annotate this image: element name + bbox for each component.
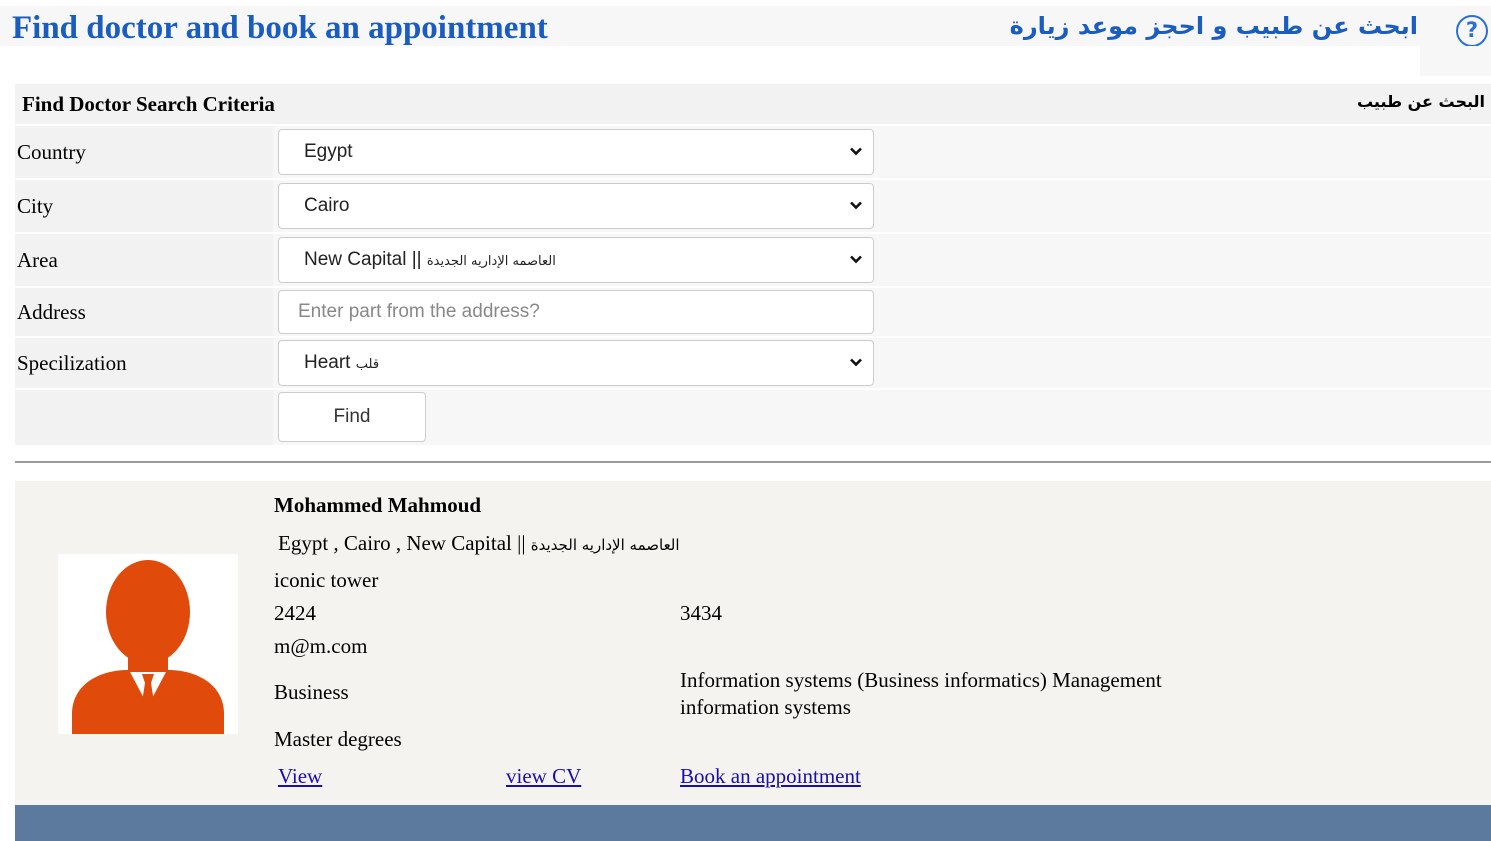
doctor-email: m@m.com [274, 634, 368, 658]
country-label: Country [15, 126, 273, 178]
specialization-row: Specilization Heart قلب [15, 338, 1491, 388]
chevron-down-icon [850, 201, 862, 210]
doctor-phone-2: 3434 [680, 601, 722, 625]
specialization-value: Heart قلب [304, 352, 380, 373]
chevron-down-icon [850, 358, 862, 367]
book-appointment-link[interactable]: Book an appointment [680, 764, 861, 789]
doctor-phone-1: 2424 [274, 601, 316, 625]
find-row-spacer [15, 390, 273, 445]
area-value: New Capital || العاصمه الإداريه الجديدة [304, 249, 556, 270]
page-header: Find doctor and book an appointment ابحث… [0, 6, 1491, 47]
doctor-address: iconic tower [274, 568, 379, 592]
chevron-down-icon [850, 147, 862, 156]
area-label: Area [15, 234, 273, 286]
view-cv-link[interactable]: view CV [506, 764, 581, 789]
find-row: Find [15, 390, 1491, 445]
area-select[interactable]: New Capital || العاصمه الإداريه الجديدة [278, 237, 874, 283]
search-criteria-title-arabic: البحث عن طبيب [1356, 92, 1485, 111]
help-icon[interactable]: ? [1456, 15, 1488, 47]
country-select[interactable]: Egypt [278, 129, 874, 175]
doctor-avatar-icon [58, 554, 238, 734]
header-strip [1420, 46, 1491, 76]
city-row: City Cairo [15, 180, 1491, 232]
divider [15, 461, 1491, 463]
view-link[interactable]: View [278, 764, 322, 789]
address-input[interactable]: Enter part from the address? [278, 290, 874, 334]
city-value: Cairo [304, 195, 350, 216]
city-select[interactable]: Cairo [278, 183, 874, 229]
doctor-field: Business [274, 680, 349, 704]
area-row: Area New Capital || العاصمه الإداريه الج… [15, 234, 1491, 286]
search-criteria-bar: Find Doctor Search Criteria البحث عن طبي… [15, 84, 1491, 124]
find-button[interactable]: Find [278, 392, 426, 442]
search-criteria-title: Find Doctor Search Criteria [22, 92, 275, 116]
specialization-select[interactable]: Heart قلب [278, 340, 874, 386]
doctor-name: Mohammed Mahmoud [274, 493, 482, 517]
footer-bar [15, 805, 1491, 841]
country-row: Country Egypt [15, 126, 1491, 178]
doctor-location: Egypt , Cairo , New Capital || العاصمه ا… [278, 531, 680, 555]
page-title-arabic: ابحث عن طبيب و احجز موعد زيارة [1009, 12, 1418, 40]
doctor-description: Information systems (Business informatic… [680, 668, 1162, 719]
city-label: City [15, 180, 273, 232]
page-title: Find doctor and book an appointment [12, 10, 548, 46]
doctor-degree: Master degrees [274, 727, 402, 751]
doctor-result-card: Mohammed Mahmoud Egypt , Cairo , New Cap… [15, 481, 1491, 805]
address-label: Address [15, 288, 273, 336]
address-row: Address Enter part from the address? [15, 288, 1491, 336]
country-value: Egypt [304, 141, 353, 162]
specialization-label: Specilization [15, 338, 273, 388]
chevron-down-icon [850, 255, 862, 264]
